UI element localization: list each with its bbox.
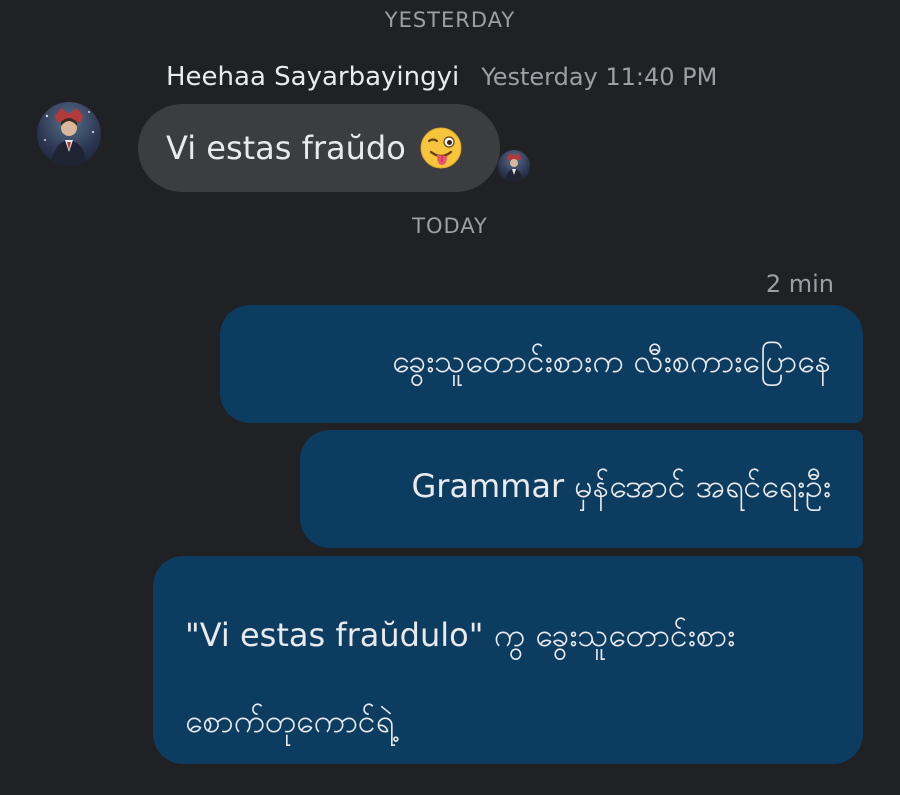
winking-face-with-tongue-icon [420,127,462,169]
sent-timestamp: 2 min [765,270,834,298]
incoming-message-text: Vi estas fraŭdo [166,129,406,167]
outgoing-message-text: ခွေးသူတောင်းစားက လီးစကားပြောနေ [392,342,831,380]
incoming-message-bubble[interactable]: Vi estas fraŭdo [138,104,500,192]
date-separator-yesterday: YESTERDAY [384,8,516,32]
outgoing-message-text-line: စောက်တုကောင်ရဲ့ [185,702,394,740]
message-header: Heehaa Sayarbayingyi Yesterday 11:40 PM [166,62,717,92]
sender-name[interactable]: Heehaa Sayarbayingyi [166,62,459,92]
message-timestamp: Yesterday 11:40 PM [481,63,718,91]
outgoing-message-bubble[interactable]: ခွေးသူတောင်းစားက လီးစကားပြောနေ [220,305,863,423]
outgoing-message-text-line: "Vi estas fraŭdulo" ကွ ခွေးသူတောင်းစား [185,616,736,654]
read-receipt-avatar [498,150,530,182]
outgoing-message-text: Grammar မှန်အောင် အရင်ရေးဦး [411,467,831,505]
date-separator-today: TODAY [412,214,488,238]
outgoing-message-bubble[interactable]: "Vi estas fraŭdulo" ကွ ခွေးသူတောင်းစား စ… [153,556,863,764]
sender-avatar[interactable] [37,102,101,166]
avatar-image [44,108,95,166]
outgoing-message-bubble[interactable]: Grammar မှန်အောင် အရင်ရေးဦး [300,430,863,548]
